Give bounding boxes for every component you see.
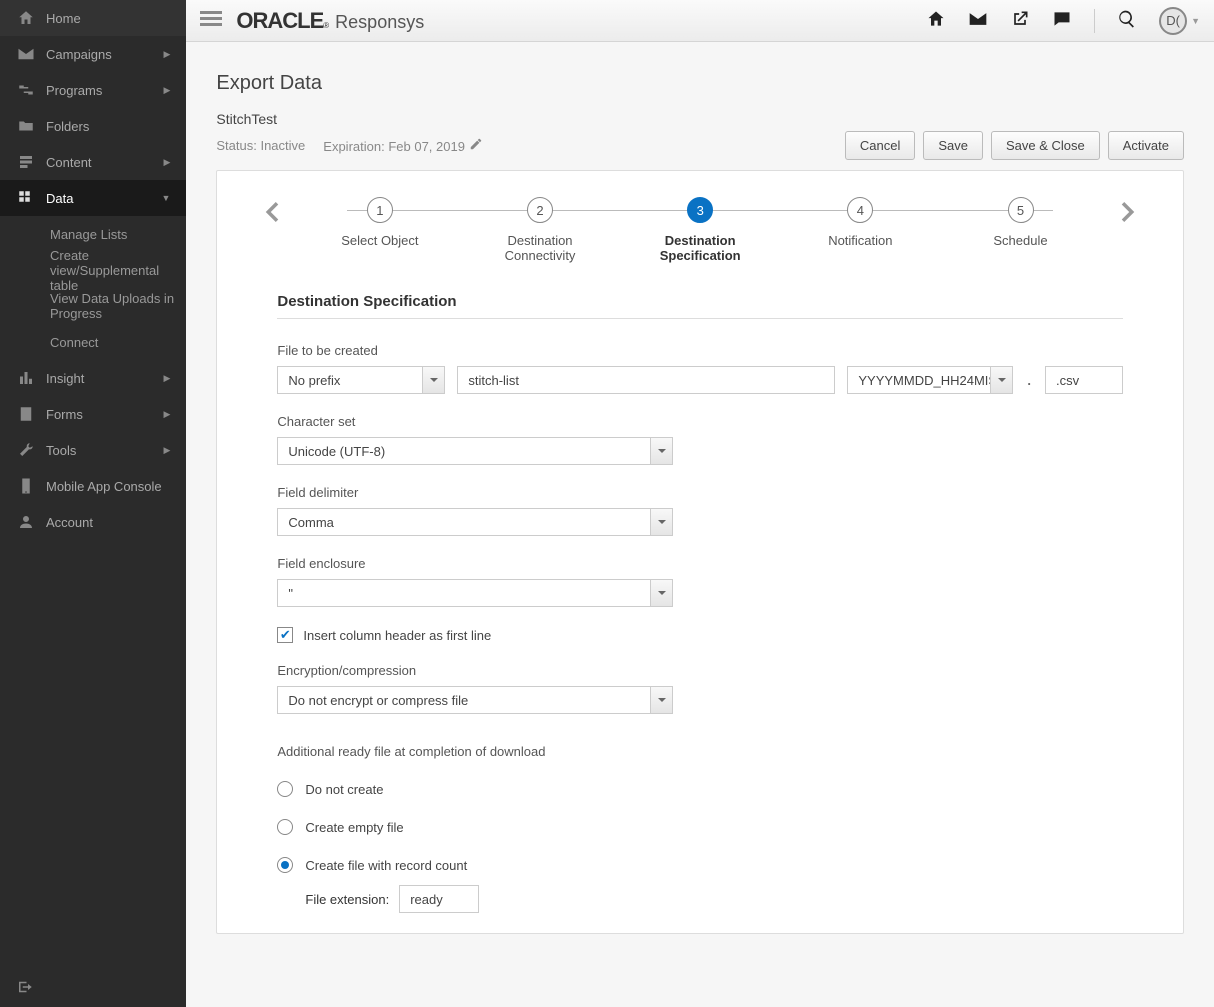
sidebar-label: Account xyxy=(46,515,93,530)
step-5[interactable]: 5Schedule xyxy=(958,197,1083,263)
file-ext-input[interactable] xyxy=(399,885,479,913)
chevron-right-icon: ▶ xyxy=(163,445,170,456)
job-name: StitchTest xyxy=(216,111,277,127)
avatar-dropdown-icon[interactable]: ▼ xyxy=(1191,16,1200,26)
sidebar-sub-view-uploads[interactable]: View Data Uploads in Progress xyxy=(0,288,186,324)
sidebar-label: Home xyxy=(46,11,81,26)
chevron-down-icon: ▼ xyxy=(161,193,170,203)
radio-do-not-create[interactable]: Do not create xyxy=(277,781,1123,797)
sidebar-item-folders[interactable]: Folders xyxy=(0,108,186,144)
sidebar-item-tools[interactable]: Tools ▶ xyxy=(0,432,186,468)
radio-create-count[interactable]: Create file with record count xyxy=(277,857,1123,873)
brand: ORACLE® Responsys xyxy=(236,8,424,34)
page-title: Export Data xyxy=(216,72,1184,95)
avatar[interactable]: D( xyxy=(1159,7,1187,35)
step-3[interactable]: 3Destination Specification xyxy=(638,197,763,263)
folder-icon xyxy=(16,116,36,136)
filename-input[interactable] xyxy=(457,366,835,394)
prefix-select[interactable]: No prefix xyxy=(277,366,445,394)
mail-icon xyxy=(16,44,36,64)
radio-create-empty[interactable]: Create empty file xyxy=(277,819,1123,835)
logout-icon[interactable] xyxy=(16,984,34,999)
search-icon[interactable] xyxy=(1117,9,1137,32)
delimiter-label: Field delimiter xyxy=(277,485,1123,500)
menu-toggle[interactable] xyxy=(200,11,222,30)
form-icon xyxy=(16,404,36,424)
sidebar-label: Mobile App Console xyxy=(46,479,162,494)
sidebar-sub-create-view[interactable]: Create view/Supplemental table xyxy=(0,252,186,288)
extension-input[interactable] xyxy=(1045,366,1123,394)
step-4[interactable]: 4Notification xyxy=(798,197,923,263)
sidebar-item-insight[interactable]: Insight ▶ xyxy=(0,360,186,396)
activate-button[interactable]: Activate xyxy=(1108,131,1184,160)
phone-icon xyxy=(16,476,36,496)
wizard-next[interactable] xyxy=(1113,197,1143,227)
cancel-button[interactable]: Cancel xyxy=(845,131,915,160)
content-icon xyxy=(16,152,36,172)
sidebar-label: Folders xyxy=(46,119,89,134)
save-button[interactable]: Save xyxy=(923,131,983,160)
sidebar-label: Insight xyxy=(46,371,84,386)
chevron-right-icon: ▶ xyxy=(163,49,170,60)
sidebar-item-content[interactable]: Content ▶ xyxy=(0,144,186,180)
sidebar-label: Data xyxy=(46,191,73,206)
home-icon xyxy=(16,8,36,28)
topbar: ORACLE® Responsys D( ▼ xyxy=(186,0,1214,42)
sidebar-label: Programs xyxy=(46,83,102,98)
enclosure-select[interactable]: " xyxy=(277,579,673,607)
chevron-right-icon: ▶ xyxy=(163,157,170,168)
person-icon xyxy=(16,512,36,532)
chart-icon xyxy=(16,368,36,388)
brand-product: Responsys xyxy=(335,12,424,33)
encrypt-select[interactable]: Do not encrypt or compress file xyxy=(277,686,673,714)
suffix-select[interactable]: YYYYMMDD_HH24MISS xyxy=(847,366,1013,394)
sidebar-item-programs[interactable]: Programs ▶ xyxy=(0,72,186,108)
flow-icon xyxy=(16,80,36,100)
wizard-prev[interactable] xyxy=(257,197,287,227)
chat-icon[interactable] xyxy=(1052,9,1072,32)
ready-file-label: Additional ready file at completion of d… xyxy=(277,744,1123,759)
sidebar-item-mobile[interactable]: Mobile App Console xyxy=(0,468,186,504)
chevron-right-icon: ▶ xyxy=(163,85,170,96)
step-1[interactable]: 1Select Object xyxy=(317,197,442,263)
section-title: Destination Specification xyxy=(277,293,1123,319)
delimiter-select[interactable]: Comma xyxy=(277,508,673,536)
home-icon[interactable] xyxy=(926,9,946,32)
sidebar-label: Campaigns xyxy=(46,47,112,62)
file-label: File to be created xyxy=(277,343,1123,358)
brand-logo: ORACLE xyxy=(236,8,323,34)
enclosure-label: Field enclosure xyxy=(277,556,1123,571)
sidebar-item-campaigns[interactable]: Campaigns ▶ xyxy=(0,36,186,72)
sidebar-item-forms[interactable]: Forms ▶ xyxy=(0,396,186,432)
step-2[interactable]: 2Destination Connectivity xyxy=(478,197,603,263)
mail-icon[interactable] xyxy=(968,9,988,32)
sidebar-label: Tools xyxy=(46,443,76,458)
chevron-right-icon: ▶ xyxy=(163,409,170,420)
file-ext-label: File extension: xyxy=(305,892,389,907)
sidebar-item-home[interactable]: Home xyxy=(0,0,186,36)
sidebar-label: Forms xyxy=(46,407,83,422)
sidebar-item-account[interactable]: Account xyxy=(0,504,186,540)
sidebar-item-data[interactable]: Data ▼ xyxy=(0,180,186,216)
edit-icon[interactable] xyxy=(469,139,483,154)
wrench-icon xyxy=(16,440,36,460)
header-checkbox[interactable]: ✔ xyxy=(277,627,293,643)
charset-select[interactable]: Unicode (UTF-8) xyxy=(277,437,673,465)
status-info: Status: Inactive Expiration: Feb 07, 201… xyxy=(216,137,482,154)
header-checkbox-label: Insert column header as first line xyxy=(303,628,491,643)
chevron-right-icon: ▶ xyxy=(163,373,170,384)
save-close-button[interactable]: Save & Close xyxy=(991,131,1100,160)
sidebar-sub-connect[interactable]: Connect xyxy=(0,324,186,360)
share-icon[interactable] xyxy=(1010,9,1030,32)
charset-label: Character set xyxy=(277,414,1123,429)
encrypt-label: Encryption/compression xyxy=(277,663,1123,678)
grid-icon xyxy=(16,188,36,208)
sidebar-label: Content xyxy=(46,155,92,170)
